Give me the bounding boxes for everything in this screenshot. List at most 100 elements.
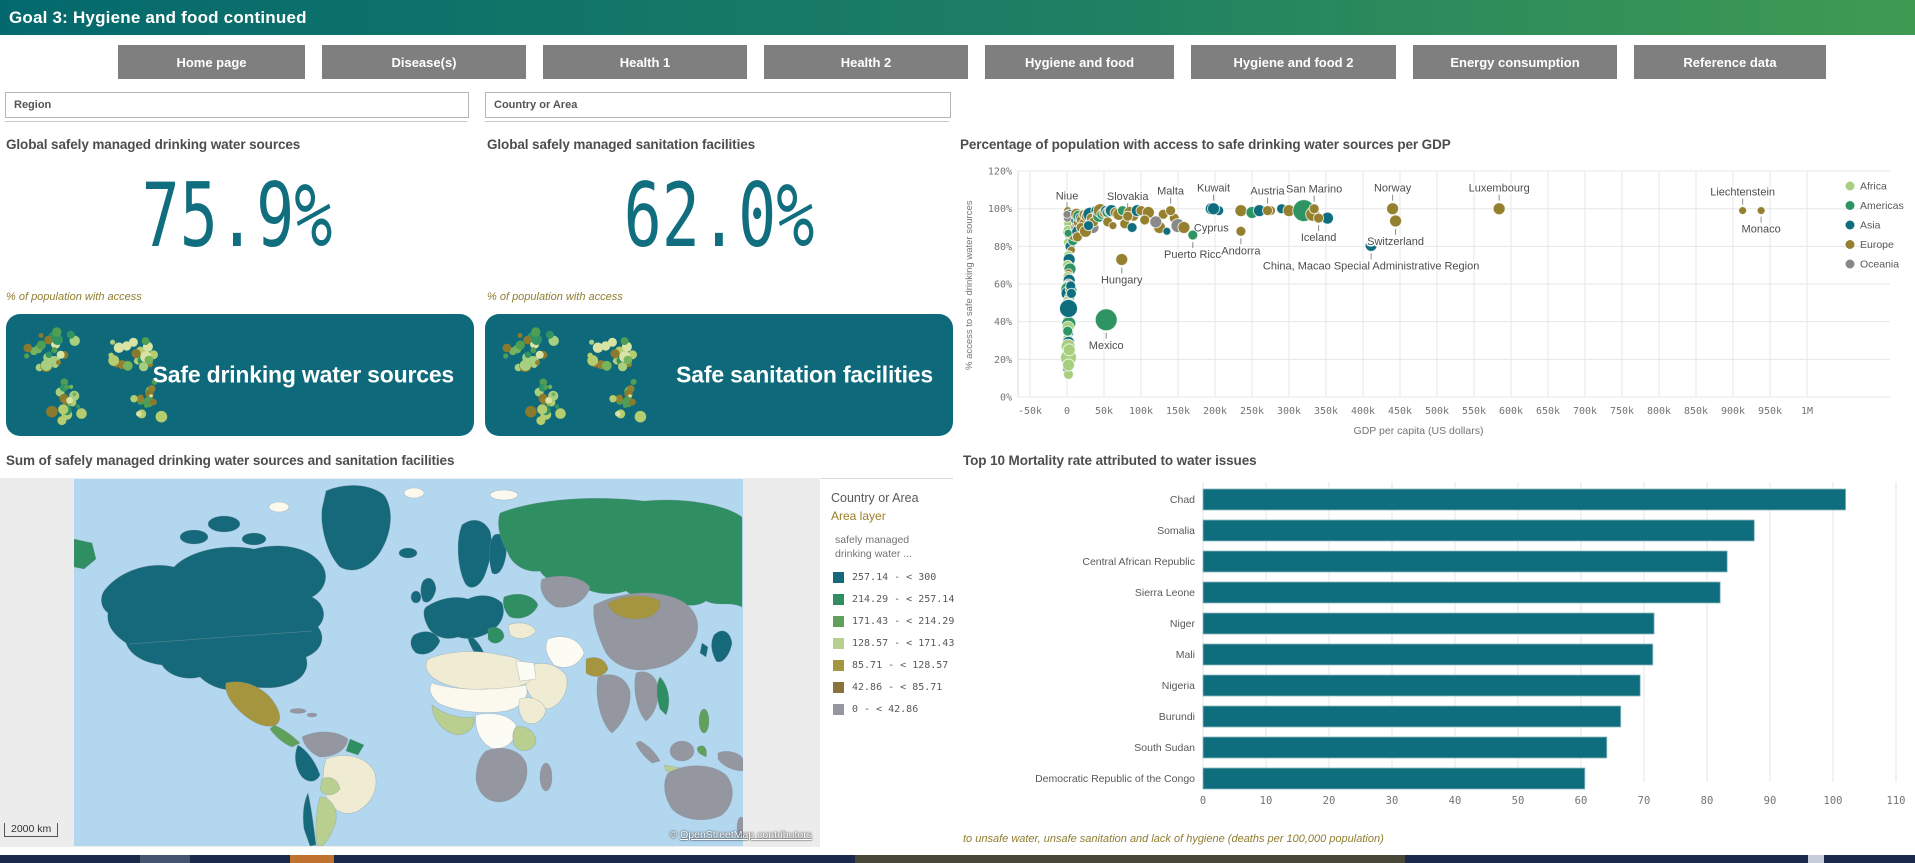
scatter-label-monaco: Monaco bbox=[1742, 224, 1781, 236]
svg-text:60: 60 bbox=[1575, 795, 1588, 807]
bar-label-somalia: Somalia bbox=[1157, 525, 1195, 537]
bar-south-sudan[interactable] bbox=[1202, 736, 1608, 759]
safe-drinking-water-button[interactable]: Safe drinking water sources bbox=[6, 314, 474, 436]
svg-text:80%: 80% bbox=[994, 242, 1012, 253]
svg-text:250k: 250k bbox=[1240, 406, 1264, 417]
kpi-sanitation-value: 62.0% bbox=[623, 164, 815, 267]
map-legend-layer[interactable]: Area layer bbox=[821, 505, 953, 523]
legend-swatch bbox=[833, 704, 844, 716]
bar-burundi[interactable] bbox=[1202, 705, 1622, 728]
bar-label-sierra-leone: Sierra Leone bbox=[1135, 587, 1195, 599]
scatter-label-cyprus: Cyprus bbox=[1194, 223, 1229, 235]
country-filter[interactable]: Country or Area bbox=[485, 92, 951, 118]
map-legend-class-0[interactable]: 257.14 - < 300 bbox=[821, 572, 953, 584]
svg-text:650k: 650k bbox=[1536, 406, 1560, 417]
scatter-label-malta: Malta bbox=[1157, 186, 1185, 198]
footer-bar bbox=[0, 855, 1915, 863]
bar-label-burundi: Burundi bbox=[1159, 711, 1195, 723]
nav-button-hygiene-and-food[interactable]: Hygiene and food bbox=[985, 45, 1174, 79]
legend-swatch bbox=[833, 594, 844, 606]
scatter-chart[interactable]: -50k 0 50k 100k 150k 200k 250k 300k 350k 400k 450k… bbox=[958, 158, 1915, 448]
scatter-label-switzerland: Switzerland bbox=[1367, 236, 1424, 248]
region-filter-underline bbox=[5, 121, 467, 122]
bar-central-african-republic[interactable] bbox=[1202, 550, 1728, 573]
scatter-label-slovakia: Slovakia bbox=[1107, 191, 1149, 203]
bar-somalia[interactable] bbox=[1202, 519, 1755, 542]
nav-button-home-page[interactable]: Home page bbox=[118, 45, 305, 79]
region-filter-label: Region bbox=[14, 99, 52, 111]
bar-chad[interactable] bbox=[1202, 488, 1846, 511]
map-legend-class-4[interactable]: 85.71 - < 128.57 bbox=[821, 660, 953, 672]
safe-sanitation-button[interactable]: Safe sanitation facilities bbox=[485, 314, 953, 436]
scatter-label-iceland: Iceland bbox=[1301, 232, 1336, 244]
scatter-label-liechtenstein: Liechtenstein bbox=[1710, 187, 1775, 199]
scatter-label-luxembourg: Luxembourg bbox=[1469, 183, 1530, 195]
svg-text:90: 90 bbox=[1764, 795, 1777, 807]
bar-chart-footnote: to unsafe water, unsafe sanitation and l… bbox=[963, 833, 1384, 845]
svg-text:400k: 400k bbox=[1351, 406, 1375, 417]
svg-text:0: 0 bbox=[1064, 406, 1070, 417]
footer-segment-1 bbox=[290, 855, 334, 863]
map-scale-bar: 2000 km bbox=[4, 823, 59, 837]
svg-text:450k: 450k bbox=[1388, 406, 1412, 417]
map-legend-class-1[interactable]: 214.29 - < 257.14 bbox=[821, 594, 954, 606]
bar-mali[interactable] bbox=[1202, 643, 1654, 666]
legend-range-label: 0 - < 42.86 bbox=[852, 704, 919, 716]
app-header: Goal 3: Hygiene and food continued bbox=[0, 0, 1915, 35]
svg-text:550k: 550k bbox=[1462, 406, 1486, 417]
legend-range-label: 257.14 - < 300 bbox=[852, 572, 937, 584]
svg-text:100: 100 bbox=[1824, 795, 1843, 807]
map-legend-class-3[interactable]: 128.57 - < 171.43 bbox=[821, 638, 955, 650]
map-legend-class-5[interactable]: 42.86 - < 85.71 bbox=[821, 682, 953, 694]
svg-text:Asia: Asia bbox=[1860, 220, 1881, 232]
page-title: Goal 3: Hygiene and food continued bbox=[9, 8, 307, 27]
world-map-graphic[interactable] bbox=[74, 479, 743, 846]
osm-attribution-link[interactable]: OpenStreetMap contributors bbox=[680, 829, 812, 841]
svg-text:50k: 50k bbox=[1095, 406, 1113, 417]
bar-sierra-leone[interactable] bbox=[1202, 581, 1721, 604]
legend-swatch bbox=[833, 638, 844, 650]
choropleth-map[interactable]: 2000 km © OpenStreetMap contributors bbox=[0, 478, 820, 847]
bar-chart[interactable]: Chad Somalia Central African Republic Sierr… bbox=[963, 478, 1913, 812]
svg-text:300k: 300k bbox=[1277, 406, 1301, 417]
nav-button-health-1[interactable]: Health 1 bbox=[543, 45, 747, 79]
svg-text:500k: 500k bbox=[1425, 406, 1449, 417]
bar-niger[interactable] bbox=[1202, 612, 1655, 635]
dotted-world-graphic bbox=[502, 327, 647, 426]
region-filter[interactable]: Region bbox=[5, 92, 469, 118]
nav-button-energy-consumption[interactable]: Energy consumption bbox=[1413, 45, 1617, 79]
svg-text:20%: 20% bbox=[994, 355, 1012, 366]
svg-text:120%: 120% bbox=[988, 167, 1012, 178]
legend-range-label: 128.57 - < 171.43 bbox=[852, 638, 955, 650]
svg-text:-50k: -50k bbox=[1018, 406, 1042, 417]
legend-range-label: 42.86 - < 85.71 bbox=[852, 682, 943, 694]
map-legend-class-6[interactable]: 0 - < 42.86 bbox=[821, 704, 953, 716]
kpi-drinking-water-value: 75.9% bbox=[141, 164, 333, 267]
scatter-label-niue: Niue bbox=[1056, 190, 1079, 202]
scatter-label-andorra: Andorra bbox=[1221, 245, 1261, 257]
nav-button-disease-s-[interactable]: Disease(s) bbox=[322, 45, 526, 79]
bar-nigeria[interactable] bbox=[1202, 674, 1641, 697]
nav-button-health-2[interactable]: Health 2 bbox=[764, 45, 968, 79]
svg-text:70: 70 bbox=[1638, 795, 1651, 807]
legend-range-label: 85.71 - < 128.57 bbox=[852, 660, 949, 672]
scatter-label-puerto-rico: Puerto Rico bbox=[1164, 249, 1221, 261]
scatter-labeled-points: Niue Hungary Mexico Slovakia Malta Cyprus Puer… bbox=[1054, 181, 1782, 353]
svg-text:0: 0 bbox=[1200, 795, 1206, 807]
svg-text:100k: 100k bbox=[1129, 406, 1153, 417]
scatter-title: Percentage of population with access to … bbox=[960, 137, 1451, 152]
country-filter-underline bbox=[485, 121, 949, 122]
bar-democratic-republic-of-the-congo[interactable] bbox=[1202, 767, 1586, 790]
svg-text:750k: 750k bbox=[1610, 406, 1634, 417]
svg-text:40: 40 bbox=[1449, 795, 1462, 807]
legend-swatch bbox=[833, 660, 844, 672]
nav-button-reference-data[interactable]: Reference data bbox=[1634, 45, 1826, 79]
map-legend-class-2[interactable]: 171.43 - < 214.29 bbox=[821, 616, 955, 628]
svg-text:150k: 150k bbox=[1166, 406, 1190, 417]
svg-text:50: 50 bbox=[1512, 795, 1525, 807]
legend-range-label: 171.43 - < 214.29 bbox=[852, 616, 955, 628]
nav-button-hygiene-and-food-2[interactable]: Hygiene and food 2 bbox=[1191, 45, 1396, 79]
svg-text:900k: 900k bbox=[1721, 406, 1745, 417]
map-attribution: © OpenStreetMap contributors bbox=[669, 829, 812, 841]
map-legend-measure: safely managed drinking water ... bbox=[835, 534, 913, 561]
